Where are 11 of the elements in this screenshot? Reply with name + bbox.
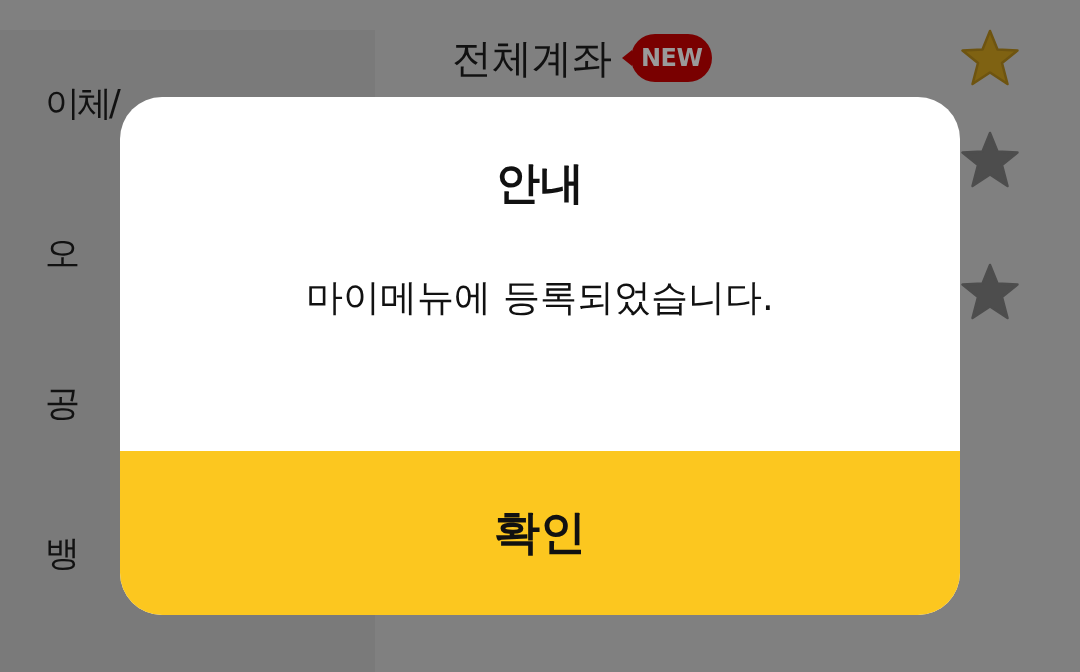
sidebar-item[interactable]: 이체/ bbox=[45, 81, 118, 125]
menu-item-label[interactable]: 전체계좌 bbox=[452, 30, 612, 86]
sidebar-item[interactable]: 오 bbox=[45, 231, 77, 275]
dialog-message: 마이메뉴에 등록되었습니다. bbox=[306, 275, 774, 321]
confirm-button[interactable]: 확인 bbox=[120, 451, 960, 615]
sidebar-item[interactable]: 뱅 bbox=[45, 531, 77, 575]
star-icon[interactable] bbox=[960, 263, 1020, 321]
star-icon[interactable] bbox=[960, 29, 1020, 87]
sidebar-item[interactable]: 공 bbox=[45, 381, 77, 425]
dialog-title: 안내 bbox=[496, 156, 584, 210]
star-icon[interactable] bbox=[960, 131, 1020, 189]
